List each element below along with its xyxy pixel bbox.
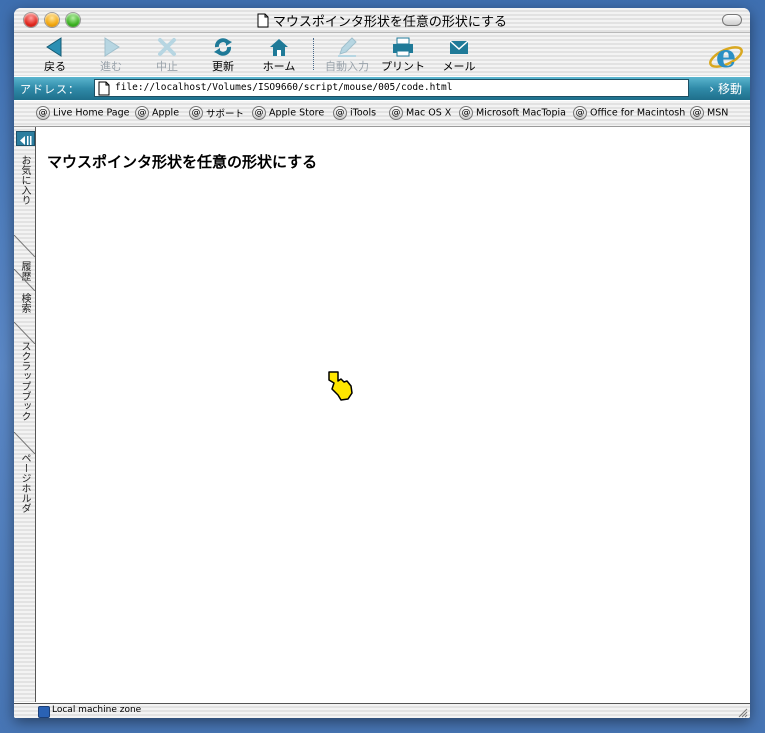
at-icon: @: [135, 106, 149, 120]
at-icon: @: [459, 106, 473, 120]
refresh-icon: [214, 38, 232, 56]
custom-pointer-icon: [328, 371, 353, 401]
stop-icon: [158, 38, 176, 56]
mail-label: メール: [442, 60, 476, 73]
explorer-bar-toggle[interactable]: [16, 131, 35, 146]
back-arrow-icon: [46, 37, 62, 57]
at-icon: @: [189, 106, 203, 120]
security-zone-icon: [38, 706, 50, 718]
toolbar-toggle-button[interactable]: [722, 14, 742, 26]
go-arrow-icon: ›: [709, 82, 715, 96]
status-bar: Local machine zone: [14, 703, 750, 718]
home-button[interactable]: ホーム: [256, 36, 302, 74]
address-url: file://localhost/Volumes/ISO9660/script/…: [115, 82, 453, 93]
favorite-link[interactable]: @ iTools: [333, 106, 376, 120]
browser-window: マウスポインタ形状を任意の形状にする 戻る 進む 中止 更新 ホーム 自動入力 …: [14, 8, 750, 718]
address-label: アドレス：: [20, 83, 80, 96]
forward-button[interactable]: 進む: [88, 36, 134, 74]
autofill-label: 自動入力: [325, 60, 369, 73]
home-icon: [270, 39, 288, 56]
page-content[interactable]: マウスポインタ形状を任意の形状にする: [36, 127, 750, 702]
resize-grip-icon[interactable]: [736, 706, 748, 718]
document-icon: [257, 13, 269, 28]
tab-scrapbook[interactable]: スクラップブック: [14, 341, 35, 441]
forward-label: 進む: [100, 60, 122, 73]
address-bar: アドレス： file://localhost/Volumes/ISO9660/s…: [14, 77, 750, 100]
at-icon: @: [36, 106, 50, 120]
favorite-link[interactable]: @ MSN: [690, 106, 728, 120]
security-zone-label: Local machine zone: [52, 705, 142, 715]
toolbar: 戻る 進む 中止 更新 ホーム 自動入力 プリント メール e: [14, 33, 750, 76]
autofill-icon: [338, 37, 357, 57]
mail-button[interactable]: メール: [436, 36, 482, 74]
collapse-arrow-icon: [20, 136, 32, 145]
stop-button[interactable]: 中止: [144, 36, 190, 74]
refresh-label: 更新: [212, 60, 234, 73]
favorite-link[interactable]: @ Microsoft MacTopia: [459, 106, 566, 120]
tab-page-holder[interactable]: ページホルダ: [14, 453, 35, 533]
at-icon: @: [252, 106, 266, 120]
favorite-link[interactable]: @ Live Home Page: [36, 106, 130, 120]
print-button[interactable]: プリント: [380, 36, 426, 74]
window-title-area: マウスポインタ形状を任意の形状にする: [14, 11, 750, 30]
page-heading: マウスポインタ形状を任意の形状にする: [47, 153, 318, 171]
favorites-bar: @ Live Home Page @ Apple @ サポート @ Apple Stor…: [14, 101, 750, 127]
back-label: 戻る: [44, 60, 66, 73]
tab-divider: [14, 432, 35, 454]
go-button[interactable]: › 移動: [709, 80, 742, 97]
favorite-link[interactable]: @ Office for Macintosh: [573, 106, 685, 120]
window-title: マウスポインタ形状を任意の形状にする: [272, 15, 508, 30]
tab-divider: [14, 235, 35, 257]
stop-label: 中止: [156, 60, 178, 73]
svg-text:e: e: [716, 38, 736, 74]
forward-arrow-icon: [104, 37, 120, 57]
internet-explorer-logo-icon: e: [709, 38, 743, 74]
favorite-link[interactable]: @ サポート: [189, 106, 244, 120]
go-label: 移動: [717, 82, 742, 96]
refresh-button[interactable]: 更新: [200, 36, 246, 74]
home-label: ホーム: [262, 60, 296, 73]
at-icon: @: [690, 106, 704, 120]
back-button[interactable]: 戻る: [32, 36, 78, 74]
tab-favorites[interactable]: お気に入り: [14, 155, 35, 235]
favorite-link[interactable]: @ Apple: [135, 106, 179, 120]
print-label: プリント: [381, 60, 425, 73]
page-icon: [98, 81, 110, 96]
at-icon: @: [389, 106, 403, 120]
print-icon: [393, 37, 413, 57]
explorer-bar: お気に入り 履歴 検索 スクラップブック ページホルダ: [14, 127, 36, 702]
toolbar-separator: [313, 38, 315, 70]
favorite-link[interactable]: @ Mac OS X: [389, 106, 451, 120]
tab-divider: [14, 269, 35, 291]
at-icon: @: [333, 106, 347, 120]
title-bar[interactable]: マウスポインタ形状を任意の形状にする: [14, 8, 750, 33]
at-icon: @: [573, 106, 587, 120]
autofill-button[interactable]: 自動入力: [322, 36, 372, 74]
address-input[interactable]: file://localhost/Volumes/ISO9660/script/…: [94, 79, 689, 97]
favorite-link[interactable]: @ Apple Store: [252, 106, 324, 120]
mail-icon: [449, 40, 469, 54]
